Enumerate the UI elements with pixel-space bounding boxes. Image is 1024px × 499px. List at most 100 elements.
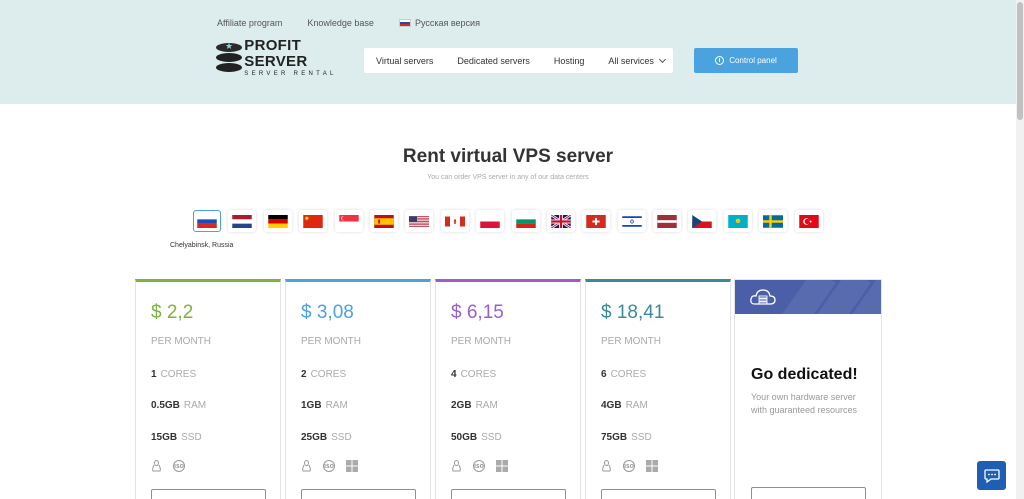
windows-icon (646, 460, 658, 472)
flag-netherlands[interactable] (228, 210, 257, 232)
site-header: Affiliate program Knowledge base Русская… (0, 0, 1016, 104)
kazakhstan-flag-icon (728, 214, 748, 228)
netherlands-flag-icon (232, 214, 253, 228)
poland-flag-icon (480, 214, 500, 228)
germany-flag-icon (268, 214, 288, 228)
order-button[interactable] (151, 489, 266, 499)
linux-icon (452, 460, 461, 472)
plan-ram: 0.5GB RAM (151, 400, 207, 411)
plan-cores: 4 CORES (451, 369, 497, 380)
nav-hosting[interactable]: Hosting (542, 56, 597, 66)
logo-subtitle: SERVER RENTAL (244, 71, 337, 77)
flag-poland[interactable] (476, 210, 505, 232)
flag-usa[interactable] (405, 210, 434, 232)
dedicated-card[interactable]: Go dedicated! Your own hardware server w… (734, 279, 882, 499)
flag-czech[interactable] (688, 210, 717, 232)
flag-singapore[interactable] (334, 210, 363, 232)
svg-text:ISO: ISO (624, 464, 634, 470)
os-icons: ISO (451, 460, 508, 472)
singapore-flag-icon (338, 214, 359, 228)
nav-dedicated-servers[interactable]: Dedicated servers (445, 56, 542, 66)
plan-period: PER MONTH (601, 336, 661, 347)
flag-latvia[interactable] (653, 210, 682, 232)
plan-period: PER MONTH (151, 336, 211, 347)
flag-china[interactable] (299, 210, 328, 232)
plan-period: PER MONTH (301, 336, 361, 347)
flag-uk[interactable] (546, 210, 575, 232)
order-button[interactable] (451, 489, 566, 499)
plan-card-4[interactable]: $ 18,41 PER MONTH 6 CORES 4GB RAM 75GB SSD … (585, 279, 731, 499)
russian-version-link[interactable]: Русская версия (398, 18, 480, 28)
plan-card-3[interactable]: $ 6,15 PER MONTH 4 CORES 2GB RAM 50GB SSD I… (435, 279, 581, 499)
order-button[interactable] (301, 489, 416, 499)
flag-russia[interactable] (193, 210, 221, 232)
windows-icon (346, 460, 358, 472)
page-subtitle: You can order VPS server in any of our d… (427, 174, 589, 181)
turkey-flag-icon (798, 214, 819, 228)
affiliate-link[interactable]: Affiliate program (217, 18, 282, 28)
china-flag-icon (303, 214, 323, 228)
location-selector (193, 210, 830, 232)
selected-location-label: Chelyabinsk, Russia (170, 242, 234, 249)
iso-icon: ISO (623, 460, 635, 472)
plan-price: $ 2,2 (151, 302, 194, 323)
windows-icon (496, 460, 508, 472)
plan-card-2[interactable]: $ 3,08 PER MONTH 2 CORES 1GB RAM 25GB SSD I… (285, 279, 431, 499)
flag-bulgaria[interactable] (511, 210, 540, 232)
russian-version-label: Русская версия (414, 18, 480, 28)
site-logo[interactable]: ★ PROFIT SERVER SERVER RENTAL (216, 37, 351, 77)
flag-germany[interactable] (263, 210, 292, 232)
control-panel-label: Control panel (729, 56, 777, 65)
order-button[interactable] (601, 489, 716, 499)
flag-spain[interactable] (369, 210, 398, 232)
plan-ssd: 50GB SSD (451, 432, 502, 443)
bulgaria-flag-icon (515, 214, 536, 228)
israel-flag-icon (621, 214, 642, 228)
scrollbar-thumb[interactable] (1017, 2, 1023, 120)
plan-price: $ 3,08 (301, 302, 354, 323)
plan-card-1[interactable]: $ 2,2 PER MONTH 1 CORES 0.5GB RAM 15GB SSD … (135, 279, 281, 499)
svg-text:ISO: ISO (474, 464, 484, 470)
plan-ssd: 25GB SSD (301, 432, 352, 443)
dedicated-order-button[interactable] (751, 487, 866, 499)
chat-button[interactable] (977, 461, 1006, 490)
plan-period: PER MONTH (451, 336, 511, 347)
usa-flag-icon (409, 215, 430, 227)
knowledge-base-link[interactable]: Knowledge base (307, 18, 374, 28)
plan-ssd: 75GB SSD (601, 432, 652, 443)
logo-title: PROFIT SERVER (244, 37, 308, 70)
iso-icon: ISO (323, 460, 335, 472)
flag-switzerland[interactable] (582, 210, 611, 232)
nav-all-services[interactable]: All services (596, 55, 677, 66)
control-panel-button[interactable]: Control panel (694, 48, 798, 73)
dedicated-title: Go dedicated! (751, 366, 858, 383)
dedicated-description: Your own hardware server with guaranteed… (751, 392, 858, 415)
plan-ram: 4GB RAM (601, 400, 648, 411)
latvia-flag-icon (657, 214, 677, 228)
russia-flag-icon (197, 214, 217, 228)
canada-flag-icon (444, 216, 465, 226)
linux-icon (302, 460, 311, 472)
dedicated-banner (735, 280, 881, 314)
plan-cores: 1 CORES (151, 369, 197, 380)
chevron-down-icon (658, 55, 666, 63)
top-links: Affiliate program Knowledge base Русская… (217, 18, 505, 28)
linux-icon (602, 460, 611, 472)
nav-virtual-servers[interactable]: Virtual servers (364, 56, 445, 66)
flag-kazakhstan[interactable] (723, 210, 752, 232)
iso-icon: ISO (173, 460, 185, 472)
page-title: Rent virtual VPS server (402, 146, 614, 167)
switzerland-flag-icon (586, 214, 607, 228)
flag-turkey[interactable] (794, 210, 823, 232)
plan-cores: 2 CORES (301, 369, 347, 380)
os-icons: ISO (151, 460, 187, 472)
plan-ram: 1GB RAM (301, 400, 348, 411)
uk-flag-icon (550, 214, 571, 228)
server-stack-icon: ★ (216, 41, 242, 75)
russia-flag-icon (398, 19, 411, 27)
chat-icon (983, 468, 1000, 483)
flag-israel[interactable] (617, 210, 646, 232)
os-icons: ISO (301, 460, 358, 472)
flag-sweden[interactable] (759, 210, 788, 232)
flag-canada[interactable] (440, 210, 469, 232)
